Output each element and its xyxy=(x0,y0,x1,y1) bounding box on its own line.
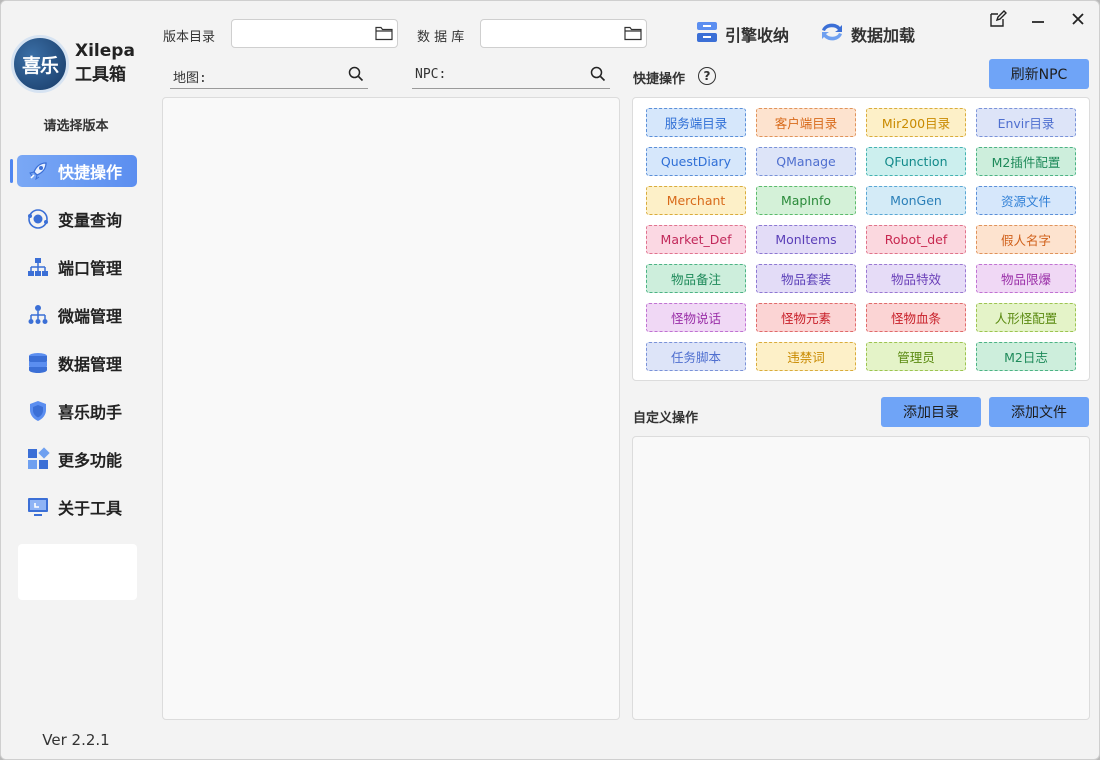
sidebar-item-label: 端口管理 xyxy=(58,259,123,278)
quick-ops-panel: 服务端目录 客户端目录 Mir200目录 Envir目录 QuestDiary QMana… xyxy=(632,97,1090,381)
quick-op-button[interactable]: QuestDiary xyxy=(646,147,746,176)
sidebar-item-label: 微端管理 xyxy=(58,307,123,326)
data-load-button[interactable]: 数据加载 xyxy=(819,21,915,47)
sidebar-item-label: 数据管理 xyxy=(58,355,123,374)
quick-op-button[interactable]: 服务端目录 xyxy=(646,108,746,137)
version-dir-label: 版本目录 xyxy=(163,30,216,45)
shield-icon xyxy=(25,398,51,424)
quick-op-button[interactable]: 物品套装 xyxy=(756,264,856,293)
npc-search-label: NPC: xyxy=(415,67,447,82)
quick-op-button[interactable]: Merchant xyxy=(646,186,746,215)
database-label: 数 据 库 xyxy=(417,30,465,45)
app-name: Xilepa xyxy=(75,41,135,61)
custom-ops-title: 自定义操作 xyxy=(633,411,699,426)
quick-op-button[interactable]: 客户端目录 xyxy=(756,108,856,137)
sidebar-item-label: 变量查询 xyxy=(58,211,123,230)
quick-op-button[interactable]: MapInfo xyxy=(756,186,856,215)
choose-version-label[interactable]: 请选择版本 xyxy=(1,115,151,134)
npc-search-field[interactable]: NPC: xyxy=(412,63,610,89)
quick-op-button[interactable]: MonGen xyxy=(866,186,966,215)
quick-ops-grid: 服务端目录 客户端目录 Mir200目录 Envir目录 QuestDiary QMana… xyxy=(646,108,1076,371)
search-icon[interactable] xyxy=(348,66,364,82)
database-input[interactable] xyxy=(487,20,617,47)
sidebar-item-label: 更多功能 xyxy=(58,451,123,470)
grid-icon xyxy=(25,446,51,472)
version-dir-field[interactable] xyxy=(231,19,398,48)
sidebar-item-port-management[interactable]: 端口管理 xyxy=(17,251,137,283)
quick-op-button[interactable]: QFunction xyxy=(866,147,966,176)
quick-op-button[interactable]: Robot_def xyxy=(866,225,966,254)
map-npc-list-panel[interactable] xyxy=(162,97,620,720)
logo-text: 喜乐 xyxy=(21,54,59,77)
quick-op-button[interactable]: Market_Def xyxy=(646,225,746,254)
map-search-label: 地图: xyxy=(173,71,207,86)
quick-op-button[interactable]: 物品限爆 xyxy=(976,264,1076,293)
quick-op-button[interactable]: 物品特效 xyxy=(866,264,966,293)
quick-op-button[interactable]: 物品备注 xyxy=(646,264,746,293)
map-search-input[interactable] xyxy=(214,65,344,85)
quick-op-button[interactable]: M2日志 xyxy=(976,342,1076,371)
sidebar-ad-box xyxy=(18,544,137,600)
quick-op-button[interactable]: 任务脚本 xyxy=(646,342,746,371)
sidebar-item-data-management[interactable]: 数据管理 xyxy=(17,347,137,379)
quick-op-button[interactable]: 怪物说话 xyxy=(646,303,746,332)
sidebar-item-quick-ops[interactable]: 快捷操作 xyxy=(10,155,137,187)
version-label: Ver 2.2.1 xyxy=(42,731,110,749)
quick-op-button[interactable]: MonItems xyxy=(756,225,856,254)
search-icon[interactable] xyxy=(590,66,606,82)
database-icon xyxy=(25,350,51,376)
engine-storage-label: 引擎收纳 xyxy=(725,26,790,45)
quick-op-button[interactable]: 怪物血条 xyxy=(866,303,966,332)
sidebar-item-about[interactable]: 关于工具 xyxy=(17,491,137,523)
quick-op-button[interactable]: 人形怪配置 xyxy=(976,303,1076,332)
network-icon xyxy=(25,254,51,280)
atom-icon xyxy=(25,206,51,232)
sidebar-nav: 快捷操作 变量查询 端口管理 微端管理 数据管理 喜乐助手 更多功能 关于工具 xyxy=(10,155,137,539)
quick-op-button[interactable]: 违禁词 xyxy=(756,342,856,371)
app-window: 喜乐 Xilepa 工具箱 请选择版本 快捷操作 变量查询 端口管理 微端管理 … xyxy=(0,0,1100,760)
app-subtitle: 工具箱 xyxy=(75,65,126,85)
quick-op-button[interactable]: 资源文件 xyxy=(976,186,1076,215)
database-field[interactable] xyxy=(480,19,647,48)
quick-op-button[interactable]: 假人名字 xyxy=(976,225,1076,254)
npc-search-input[interactable] xyxy=(456,65,586,85)
map-search-field[interactable]: 地图: xyxy=(170,63,368,89)
add-file-button[interactable]: 添加文件 xyxy=(989,397,1089,427)
folder-icon[interactable] xyxy=(375,25,393,41)
version-dir-input[interactable] xyxy=(238,20,368,47)
quick-op-button[interactable]: Mir200目录 xyxy=(866,108,966,137)
sidebar-item-label: 快捷操作 xyxy=(58,163,123,182)
close-icon[interactable] xyxy=(1068,9,1088,29)
data-load-label: 数据加载 xyxy=(851,26,916,45)
quick-op-button[interactable]: 怪物元素 xyxy=(756,303,856,332)
sidebar-item-variable-query[interactable]: 变量查询 xyxy=(17,203,137,235)
quick-op-button[interactable]: Envir目录 xyxy=(976,108,1076,137)
quick-ops-title: 快捷操作 xyxy=(633,72,686,87)
sidebar-item-assistant[interactable]: 喜乐助手 xyxy=(17,395,137,427)
app-logo: 喜乐 xyxy=(11,35,69,93)
engine-storage-button[interactable]: 引擎收纳 xyxy=(695,21,789,47)
network-icon xyxy=(25,302,51,328)
quick-op-button[interactable]: 管理员 xyxy=(866,342,966,371)
add-directory-button[interactable]: 添加目录 xyxy=(881,397,981,427)
refresh-data-icon xyxy=(819,20,845,48)
edit-icon[interactable] xyxy=(988,9,1008,29)
rocket-icon xyxy=(25,158,51,184)
minimize-icon[interactable] xyxy=(1028,9,1048,29)
help-glyph: ? xyxy=(703,69,711,83)
custom-ops-panel[interactable] xyxy=(632,436,1090,720)
sidebar-item-more-features[interactable]: 更多功能 xyxy=(17,443,137,475)
refresh-npc-button[interactable]: 刷新NPC xyxy=(989,59,1089,89)
quick-op-button[interactable]: M2插件配置 xyxy=(976,147,1076,176)
monitor-icon xyxy=(25,494,51,520)
sidebar: 喜乐 Xilepa 工具箱 请选择版本 快捷操作 变量查询 端口管理 微端管理 … xyxy=(1,1,151,759)
quick-op-button[interactable]: QManage xyxy=(756,147,856,176)
sidebar-item-label: 喜乐助手 xyxy=(58,403,123,422)
help-icon[interactable]: ? xyxy=(698,67,716,85)
sidebar-item-label: 关于工具 xyxy=(58,499,123,518)
server-stack-icon xyxy=(695,20,719,48)
sidebar-item-micro-client[interactable]: 微端管理 xyxy=(17,299,137,331)
folder-icon[interactable] xyxy=(624,25,642,41)
